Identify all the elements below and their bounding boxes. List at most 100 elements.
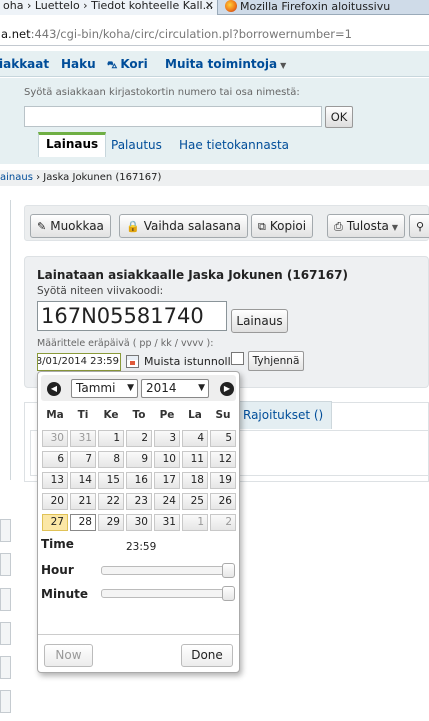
calendar-day[interactable]: 6 <box>42 451 68 468</box>
duplicate-label: Kopioi <box>269 219 307 233</box>
calendar-day[interactable]: 12 <box>210 451 236 468</box>
checkout-title: Lainataan asiakkaalle Jaska Jokunen (167… <box>37 268 348 282</box>
month-select[interactable]: Tammi ▼ <box>71 379 138 398</box>
ok-button[interactable]: OK <box>325 106 353 128</box>
calendar-day[interactable]: 22 <box>98 493 124 510</box>
change-password-button[interactable]: 🔒 Vaihda salasana <box>119 214 248 238</box>
calendar-day[interactable]: 10 <box>154 451 180 468</box>
calendar-day[interactable]: 15 <box>98 472 124 489</box>
minute-slider[interactable] <box>101 586 235 601</box>
calendar-day[interactable]: 4 <box>182 430 208 447</box>
search-label: Syötä asiakkaan kirjastokortin numero ta… <box>24 87 300 98</box>
next-month-icon[interactable]: ▶ <box>220 382 234 396</box>
weekday-label: Pe <box>159 409 175 421</box>
datepicker-popup: ◀ Tammi ▼ 2014 ▼ ▶ Ma Ti Ke To Pe La Su 30 31 1 2 3 4… <box>37 371 240 673</box>
tab-catalog-search[interactable]: Hae tietokannasta <box>179 138 289 152</box>
close-tab-icon[interactable]: ✕ <box>205 0 214 12</box>
calendar-day[interactable]: 27 <box>42 514 68 531</box>
calendar-day[interactable]: 25 <box>182 493 208 510</box>
nav-search[interactable]: Haku <box>61 57 96 71</box>
nav-cart-label: Kori <box>120 57 148 71</box>
nav-patrons[interactable]: iakkaat <box>0 57 49 71</box>
breadcrumb: ainaus › Jaska Jokunen (167167) <box>0 170 429 186</box>
calendar-day[interactable]: 11 <box>182 451 208 468</box>
calendar-day[interactable]: 29 <box>98 514 124 531</box>
browser-tab-strip: oha › Luettelo › Tiedot kohteelle Kall..… <box>0 0 429 15</box>
calendar-day[interactable]: 14 <box>70 472 96 489</box>
print-button[interactable]: ⎙ Tulosta ▼ <box>327 214 406 238</box>
weekday-label: Ke <box>103 409 119 421</box>
calendar-day[interactable]: 18 <box>182 472 208 489</box>
calendar-day[interactable]: 7 <box>70 451 96 468</box>
tab-restrictions[interactable]: Rajoitukset () <box>234 401 333 429</box>
calendar-day[interactable]: 28 <box>70 514 96 531</box>
calendar-day[interactable]: 3 <box>154 430 180 447</box>
search-icon: ⚲ <box>416 220 425 233</box>
remember-checkbox[interactable] <box>231 352 244 365</box>
hour-slider[interactable] <box>101 563 235 578</box>
sidebar-box[interactable] <box>0 690 11 713</box>
calendar-day[interactable]: 19 <box>210 472 236 489</box>
calendar-day[interactable]: 24 <box>154 493 180 510</box>
browser-tab-koha[interactable]: oha › Luettelo › Tiedot kohteelle Kall..… <box>0 0 218 15</box>
sidebar-box[interactable] <box>0 622 11 645</box>
prev-month-icon[interactable]: ◀ <box>47 382 61 396</box>
minute-slider-handle[interactable] <box>222 586 235 601</box>
url-bar[interactable]: a.net:443/cgi-bin/koha/circ/circulation.… <box>0 22 429 46</box>
calendar-day[interactable]: 16 <box>126 472 152 489</box>
weekday-label: Ma <box>46 409 64 421</box>
url-host: a.net <box>1 27 31 41</box>
patron-search-input[interactable] <box>24 106 322 127</box>
nav-more-label: Muita toimintoja <box>165 57 278 71</box>
search-button[interactable]: ⚲ <box>409 214 429 238</box>
hour-label: Hour <box>41 563 74 577</box>
checkout-submit-button[interactable]: Lainaus <box>231 309 288 333</box>
printer-icon: ⎙ <box>334 220 343 233</box>
calendar-day[interactable]: 8 <box>98 451 124 468</box>
calendar-day[interactable]: 21 <box>70 493 96 510</box>
calendar-day[interactable]: 2 <box>126 430 152 447</box>
clear-button[interactable]: Tyhjennä <box>248 351 304 371</box>
calendar-day[interactable]: 1 <box>182 514 208 531</box>
due-date-input[interactable]: 28/01/2014 23:59 <box>37 353 121 371</box>
cart-icon: ⛍ <box>107 60 118 71</box>
calendar-day[interactable]: 2 <box>210 514 236 531</box>
calendar-day[interactable]: 17 <box>154 472 180 489</box>
sidebar-box[interactable] <box>0 519 11 542</box>
edit-button[interactable]: ✎ Muokkaa <box>30 214 111 238</box>
tab-checkin[interactable]: Palautus <box>111 138 162 152</box>
edit-button-label: Muokkaa <box>50 219 104 233</box>
sidebar-box[interactable] <box>0 553 11 576</box>
calendar-day[interactable]: 26 <box>210 493 236 510</box>
hour-slider-handle[interactable] <box>222 563 235 578</box>
breadcrumb-link[interactable]: ainaus <box>0 172 33 183</box>
calendar-day[interactable]: 9 <box>126 451 152 468</box>
duplicate-button[interactable]: ⧉ Kopioi <box>251 214 314 238</box>
tab-checkout[interactable]: Lainaus <box>38 132 107 157</box>
barcode-input[interactable]: 167N05581740 <box>37 301 227 331</box>
calendar-day[interactable]: 13 <box>42 472 68 489</box>
sidebar-box[interactable] <box>0 588 11 611</box>
now-button[interactable]: Now <box>44 644 93 667</box>
calendar-day[interactable]: 31 <box>154 514 180 531</box>
browser-tab-title: Mozilla Firefoxin aloitussivu <box>240 0 391 13</box>
calendar-day[interactable]: 30 <box>42 430 68 447</box>
calendar-day[interactable]: 20 <box>42 493 68 510</box>
browser-tab-firefox[interactable]: Mozilla Firefoxin aloitussivu <box>222 0 429 15</box>
calendar-day[interactable]: 1 <box>98 430 124 447</box>
nav-cart[interactable]: ⛍ Kori <box>107 57 148 73</box>
calendar-icon[interactable] <box>126 355 139 368</box>
year-select[interactable]: 2014 ▼ <box>141 379 209 398</box>
browser-tab-title: oha › Luettelo › Tiedot kohteelle Kall..… <box>3 0 214 12</box>
calendar-day[interactable]: 31 <box>70 430 96 447</box>
calendar-day[interactable]: 30 <box>126 514 152 531</box>
checkout-panel: Lainataan asiakkaalle Jaska Jokunen (167… <box>24 256 429 388</box>
copy-icon: ⧉ <box>258 220 266 233</box>
calendar-day[interactable]: 23 <box>126 493 152 510</box>
done-button[interactable]: Done <box>181 644 233 667</box>
datepicker-header: ◀ Tammi ▼ 2014 ▼ ▶ <box>41 375 236 401</box>
calendar-day[interactable]: 5 <box>210 430 236 447</box>
nav-more[interactable]: Muita toimintoja ▼ <box>165 57 286 71</box>
due-date-value: 28/01/2014 23:59 <box>37 356 119 367</box>
sidebar-box[interactable] <box>0 656 11 679</box>
